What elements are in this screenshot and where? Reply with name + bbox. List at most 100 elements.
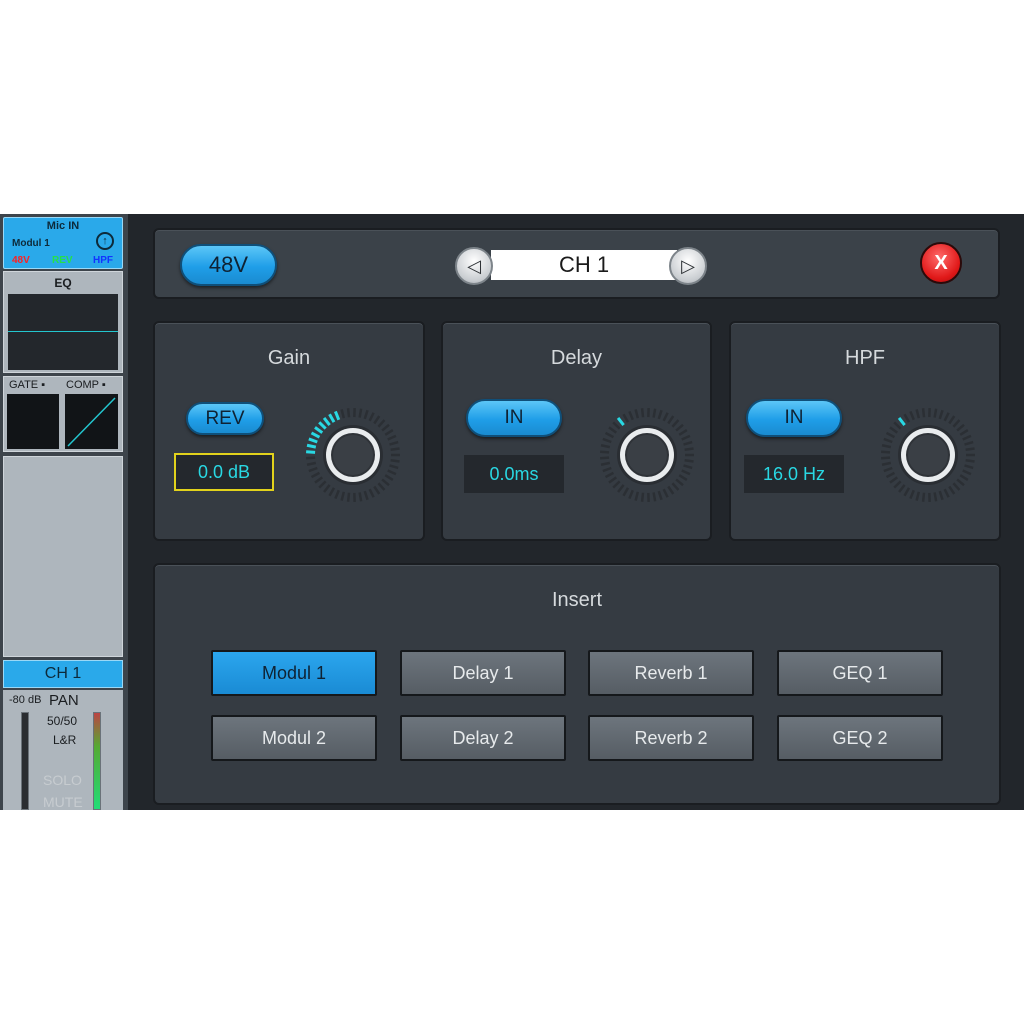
- knob-tick: [662, 412, 669, 422]
- gate-label: GATE ▪: [9, 379, 46, 391]
- knob-tick: [883, 437, 893, 444]
- knob-tick: [334, 489, 340, 500]
- knob-tick: [889, 476, 898, 484]
- delay-in-button[interactable]: IN: [466, 399, 562, 437]
- knob-tick: [377, 419, 386, 428]
- knob-tick: [893, 421, 902, 430]
- knob-tick: [921, 492, 926, 502]
- knob-tick: [617, 484, 625, 493]
- insert-panel: Insert Modul 1 Delay 1 Reverb 1 GEQ 1 Mo…: [153, 563, 1001, 805]
- insert-modul-2-button[interactable]: Modul 2: [211, 715, 377, 761]
- knob-tick: [373, 415, 381, 425]
- comp-curve-icon: [67, 397, 116, 447]
- knob-tick: [340, 409, 346, 419]
- level-readout: -80 dB: [9, 694, 42, 706]
- knob-tick-active: [616, 417, 625, 426]
- hpf-knob[interactable]: [878, 405, 978, 505]
- knob-tick: [640, 492, 645, 502]
- eq-thumbnail[interactable]: EQ: [3, 271, 123, 373]
- insert-modul-1-button[interactable]: Modul 1: [211, 650, 377, 696]
- knob-tick-active: [897, 417, 906, 426]
- knob-tick: [612, 421, 621, 430]
- knob-tick: [903, 413, 911, 423]
- hpf-panel: HPF IN 16.0 Hz: [729, 321, 1001, 541]
- insert-reverb-1-button[interactable]: Reverb 1: [588, 650, 754, 696]
- input-source-box[interactable]: Mic IN Modul 1 ↑ 48V REV HPF: [3, 217, 123, 269]
- prev-channel-button[interactable]: ◁: [455, 247, 493, 285]
- knob-tick: [881, 456, 891, 460]
- knob-tick: [956, 478, 965, 487]
- knob-tick-active: [318, 421, 327, 430]
- knob-tick: [346, 408, 351, 418]
- knob-tick: [387, 469, 397, 476]
- knob-tick: [885, 431, 896, 439]
- knob-tick: [883, 466, 893, 473]
- knob-tick: [889, 426, 898, 434]
- insert-delay-1-button[interactable]: Delay 1: [400, 650, 566, 696]
- knob-tick: [962, 469, 972, 476]
- knob-tick: [314, 476, 323, 484]
- comp-display[interactable]: [65, 394, 118, 449]
- hpf-in-button[interactable]: IN: [746, 399, 842, 437]
- knob-tick: [368, 488, 375, 498]
- hpf-value[interactable]: 16.0 Hz: [744, 455, 844, 493]
- gain-value[interactable]: 0.0 dB: [174, 453, 274, 491]
- channel-name: CH 1: [491, 250, 677, 280]
- mute-button[interactable]: MUTE: [43, 794, 83, 810]
- knob-tick: [671, 419, 680, 428]
- knob-tick: [358, 492, 363, 502]
- knob-tick: [328, 487, 336, 497]
- pan-value[interactable]: 50/50: [47, 714, 77, 728]
- knob-tick: [652, 408, 657, 418]
- close-button[interactable]: X: [920, 242, 962, 284]
- phantom-power-button[interactable]: 48V: [180, 244, 277, 286]
- pan-label: PAN: [49, 692, 79, 709]
- knob-tick-active: [328, 413, 336, 423]
- input-source-label: Mic IN: [46, 220, 80, 232]
- knob-tick: [881, 450, 891, 454]
- next-channel-button[interactable]: ▷: [669, 247, 707, 285]
- insert-delay-2-button[interactable]: Delay 2: [400, 715, 566, 761]
- insert-geq-1-button[interactable]: GEQ 1: [777, 650, 943, 696]
- knob-tick: [358, 408, 363, 418]
- knob-tick: [323, 484, 331, 493]
- knob-tick: [346, 492, 351, 502]
- fader-area[interactable]: [3, 456, 123, 657]
- knob-tick: [640, 408, 645, 418]
- knob-tick: [657, 409, 663, 420]
- dynamics-thumbnail[interactable]: GATE ▪ COMP ▪: [3, 376, 123, 452]
- knob-tick: [943, 412, 950, 422]
- knob-tick: [662, 488, 669, 498]
- knob-tick-active: [314, 426, 324, 434]
- knob-tick: [943, 488, 950, 498]
- reverse-button[interactable]: REV: [186, 402, 264, 435]
- phase-invert-icon[interactable]: ↑: [96, 232, 114, 250]
- knob-tick: [681, 469, 691, 476]
- knob-tick: [933, 408, 938, 418]
- knob-tick: [915, 491, 921, 501]
- knob-tick: [628, 489, 634, 500]
- level-meter-left: [21, 712, 29, 810]
- knob-tick: [938, 409, 944, 420]
- knob-tick: [909, 489, 915, 500]
- knob-tick: [602, 437, 612, 444]
- hpf-title: HPF: [845, 347, 885, 369]
- channel-tab[interactable]: CH 1: [3, 660, 123, 688]
- insert-reverb-2-button[interactable]: Reverb 2: [588, 715, 754, 761]
- delay-knob[interactable]: [597, 405, 697, 505]
- delay-value[interactable]: 0.0ms: [464, 455, 564, 493]
- knob-tick: [608, 426, 617, 434]
- knob-tick: [683, 440, 693, 446]
- knob-tick: [373, 485, 381, 495]
- knob-tick: [667, 485, 675, 495]
- gain-knob[interactable]: [303, 405, 403, 505]
- insert-geq-2-button[interactable]: GEQ 2: [777, 715, 943, 761]
- knob-tick: [965, 447, 975, 451]
- knob-tick: [964, 464, 974, 470]
- gate-display[interactable]: [7, 394, 59, 449]
- knob-tick: [602, 466, 612, 473]
- knob-tick: [634, 409, 640, 419]
- phantom-indicator: 48V: [12, 255, 30, 266]
- solo-button[interactable]: SOLO: [43, 772, 82, 788]
- eq-label: EQ: [54, 276, 72, 290]
